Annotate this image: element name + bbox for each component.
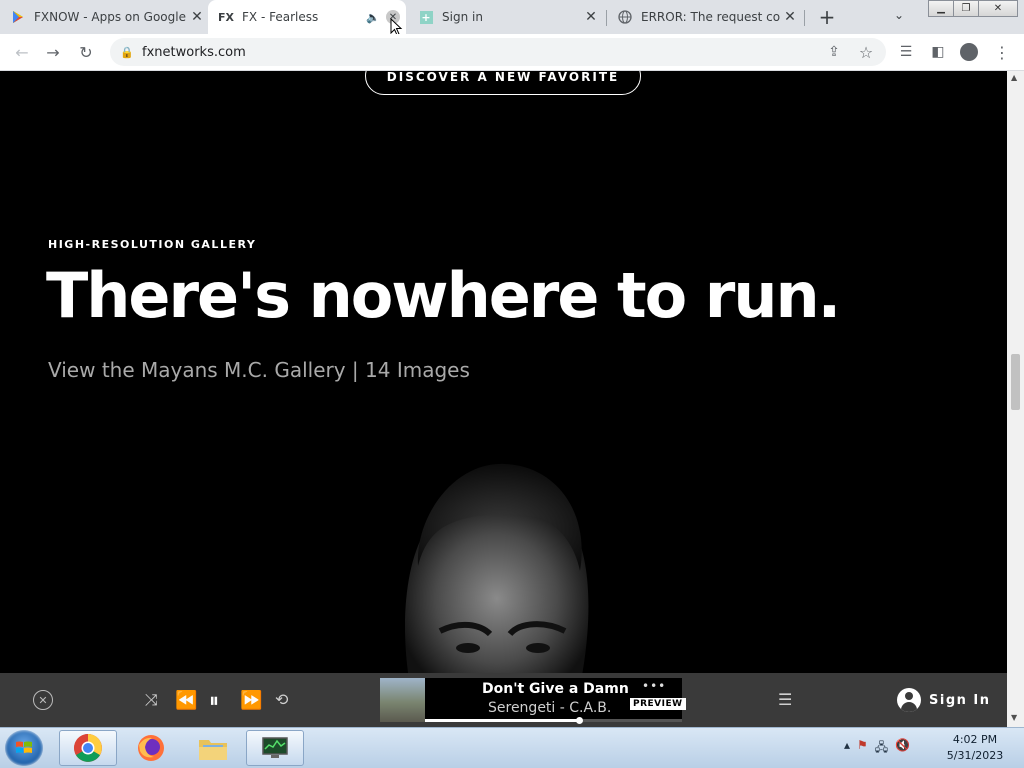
taskbar-file-explorer[interactable]: [184, 730, 242, 766]
tab-error[interactable]: ERROR: The request could not be satisfie…: [617, 0, 799, 34]
tab-strip: FXNOW - Apps on Google Play ✕ FX FX - Fe…: [0, 0, 1024, 36]
globe-icon: [617, 9, 633, 25]
folder-icon: [199, 740, 227, 760]
url-text: fxnetworks.com: [142, 44, 246, 60]
tab-separator: [804, 10, 805, 26]
progress-track[interactable]: [425, 717, 682, 724]
shuffle-icon[interactable]: ⤨: [145, 690, 158, 710]
tab-title: FX - Fearless: [242, 10, 319, 24]
reload-icon[interactable]: ↻: [76, 42, 96, 62]
browser-toolbar: ← → ↻ 🔒 fxnetworks.com ⇪ ☆ ☰ ◧ ⋮: [0, 34, 1024, 71]
progress-fill: [425, 719, 580, 722]
plus-page-icon: +: [419, 10, 433, 24]
gallery-link[interactable]: View the Mayans M.C. Gallery | 14 Images: [48, 358, 470, 382]
firefox-icon: [138, 735, 164, 761]
gallery-eyebrow: HIGH-RESOLUTION GALLERY: [48, 238, 257, 251]
tab-separator: [606, 10, 607, 26]
tray-expand-icon[interactable]: ▴: [844, 738, 850, 759]
kebab-menu-icon[interactable]: ⋮: [992, 42, 1012, 62]
tab-fx-fearless[interactable]: FX FX - Fearless 🔈 ✕: [208, 0, 406, 36]
tab-search-chevron-icon[interactable]: ⌄: [894, 8, 904, 22]
share-icon[interactable]: ⇪: [824, 42, 844, 62]
scroll-up-arrow-icon[interactable]: ▲: [1011, 73, 1017, 82]
page-headline: There's nowhere to run.: [46, 259, 841, 332]
speaker-icon[interactable]: 🔈: [366, 11, 380, 24]
side-panel-icon[interactable]: ◧: [928, 42, 948, 62]
portrait-image: [405, 463, 589, 673]
google-play-icon: [10, 9, 26, 25]
tab-title: ERROR: The request could not be satisfie…: [641, 10, 781, 24]
clock-date: 5/31/2023: [946, 749, 1004, 762]
album-art: [380, 678, 425, 722]
flag-alert-icon[interactable]: ⚑: [857, 738, 868, 759]
forward-arrow-icon[interactable]: →: [43, 42, 63, 62]
media-control-icon[interactable]: ☰: [896, 42, 916, 62]
windows-taskbar: ▴ ⚑ 🖧 🔇 4:02 PM 5/31/2023: [0, 727, 1024, 768]
volume-muted-icon[interactable]: 🔇: [895, 738, 910, 759]
song-artist: Serengeti - C.A.B.: [488, 700, 612, 716]
tab-fxnow-google-play[interactable]: FXNOW - Apps on Google Play ✕: [10, 0, 206, 34]
page-scrollbar[interactable]: ▲ ▼: [1007, 71, 1024, 727]
tab-title: FXNOW - Apps on Google Play: [34, 10, 188, 24]
clock-time: 4:02 PM: [952, 733, 998, 746]
system-clock[interactable]: 4:02 PM 5/31/2023: [940, 732, 1010, 764]
restore-button[interactable]: ❐: [953, 0, 979, 17]
progress-knob[interactable]: [576, 717, 584, 724]
now-playing[interactable]: Don't Give a Damn Serengeti - C.A.B. •••…: [380, 678, 686, 724]
profile-icon[interactable]: [959, 42, 979, 62]
tab-title: Sign in: [442, 10, 483, 24]
sign-in-label: Sign In: [929, 692, 991, 708]
taskbar-task-manager[interactable]: [246, 730, 304, 766]
tab-sign-in[interactable]: + Sign in ✕: [418, 0, 600, 34]
queue-list-icon[interactable]: ☰: [778, 690, 792, 709]
rewind-icon[interactable]: ⏪: [175, 690, 197, 711]
more-options-icon[interactable]: •••: [642, 679, 666, 693]
address-bar[interactable]: 🔒 fxnetworks.com: [110, 38, 886, 66]
close-tab-icon[interactable]: ✕: [781, 8, 799, 26]
chrome-icon: [74, 734, 102, 762]
fx-logo-icon: FX: [218, 10, 234, 24]
start-button[interactable]: [5, 730, 43, 766]
song-title: Don't Give a Damn: [482, 681, 629, 697]
system-tray: ▴ ⚑ 🖧 🔇: [844, 738, 910, 759]
back-arrow-icon[interactable]: ←: [12, 42, 32, 62]
monitor-icon: [262, 737, 288, 758]
new-tab-button[interactable]: +: [816, 5, 838, 29]
minimize-button[interactable]: ▁: [928, 0, 954, 17]
player-sign-in-button[interactable]: Sign In: [897, 688, 991, 712]
network-icon[interactable]: 🖧: [875, 738, 888, 759]
lock-icon: 🔒: [120, 45, 134, 59]
user-avatar-icon: [897, 688, 921, 712]
music-player-bar: ✕ ⤨ ⏪ ⏸ ⏩ ⟲ Don't Give a Damn Serengeti …: [0, 673, 1007, 727]
preview-badge: PREVIEW: [630, 698, 686, 710]
page-content: DISCOVER A NEW FAVORITE HIGH-RESOLUTION …: [0, 71, 1007, 673]
repeat-icon[interactable]: ⟲: [275, 690, 288, 709]
scroll-down-arrow-icon[interactable]: ▼: [1011, 713, 1017, 722]
close-tab-icon[interactable]: ✕: [188, 8, 206, 26]
close-tab-icon[interactable]: ✕: [582, 8, 600, 26]
fast-forward-icon[interactable]: ⏩: [240, 690, 262, 711]
discover-button[interactable]: DISCOVER A NEW FAVORITE: [365, 71, 641, 95]
taskbar-chrome[interactable]: [59, 730, 117, 766]
scroll-thumb[interactable]: [1011, 354, 1020, 410]
close-player-icon[interactable]: ✕: [33, 690, 53, 710]
pause-icon[interactable]: ⏸: [209, 688, 219, 712]
taskbar-firefox[interactable]: [122, 730, 180, 766]
windows-logo-icon: [16, 741, 32, 753]
close-window-button[interactable]: ✕: [978, 0, 1018, 17]
bookmark-star-icon[interactable]: ☆: [856, 42, 876, 62]
